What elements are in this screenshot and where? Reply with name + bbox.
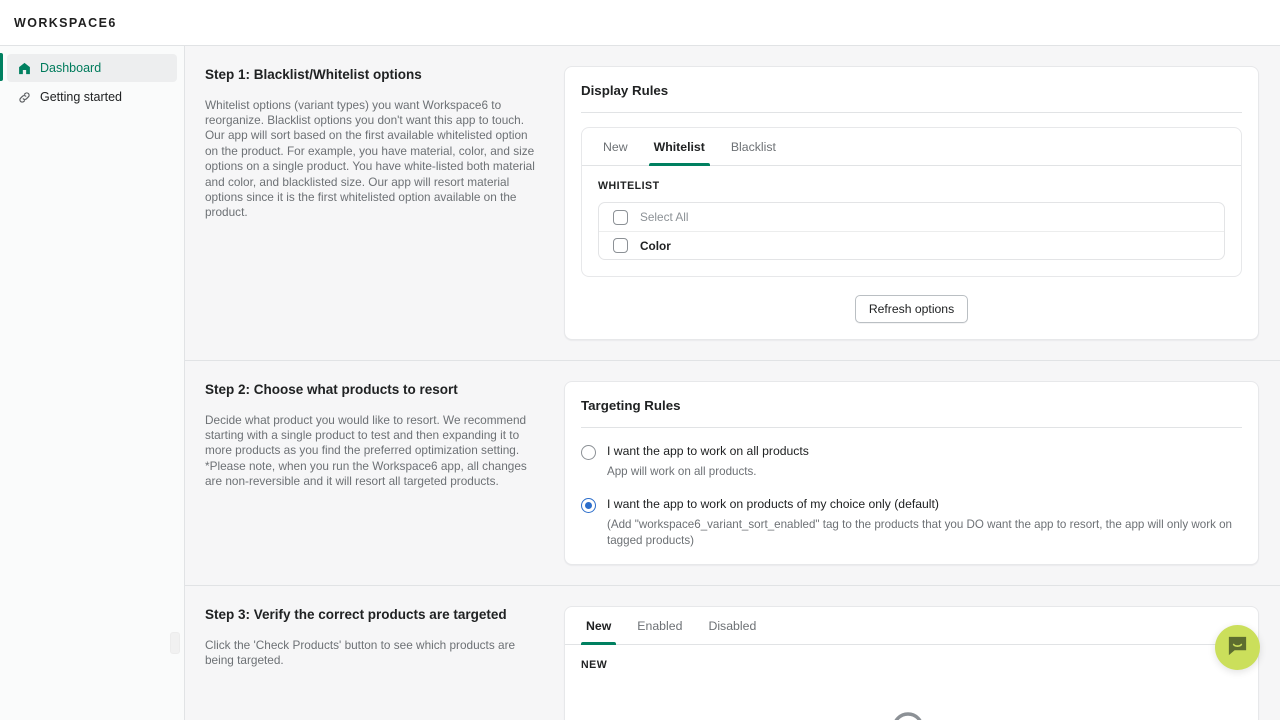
whitelist-option-list: Select All Color	[598, 202, 1225, 260]
display-rules-card: Display Rules New Whitelist Blacklist WH…	[564, 66, 1259, 340]
page-body: Dashboard Getting started Step 1: Blackl…	[0, 46, 1280, 720]
radio-label: I want the app to work on all products	[607, 444, 809, 459]
tab-blacklist[interactable]: Blacklist	[718, 128, 789, 165]
app-logo: WORKSPACE6	[14, 16, 117, 30]
tab-products-new[interactable]: New	[573, 607, 624, 644]
title-divider	[581, 427, 1242, 428]
targeting-rules-card: Targeting Rules I want the app to work o…	[564, 381, 1259, 565]
tab-whitelist[interactable]: Whitelist	[641, 128, 718, 165]
step-3-title: Step 3: Verify the correct products are …	[205, 606, 536, 624]
refresh-options-button[interactable]: Refresh options	[855, 295, 968, 323]
sidebar-collapse-handle[interactable]	[170, 632, 180, 654]
section-step-1: Step 1: Blacklist/Whitelist options Whit…	[185, 46, 1280, 340]
sidebar: Dashboard Getting started	[0, 46, 185, 720]
step-1-title: Step 1: Blacklist/Whitelist options	[205, 66, 536, 84]
section-step-3: Step 3: Verify the correct products are …	[185, 586, 1280, 720]
targeting-option-my-choice[interactable]: I want the app to work on products of my…	[581, 497, 1242, 548]
products-group-label: NEW	[581, 659, 1242, 671]
targeting-rules-title: Targeting Rules	[581, 398, 1242, 413]
step-2-text: Step 2: Choose what products to resort D…	[205, 381, 542, 565]
refresh-button-row: Refresh options	[581, 295, 1242, 323]
sidebar-item-dashboard[interactable]: Dashboard	[7, 54, 177, 82]
chat-launcher-button[interactable]	[1215, 625, 1260, 670]
radio-label: I want the app to work on products of my…	[607, 497, 939, 512]
title-divider	[581, 112, 1242, 113]
home-icon	[16, 60, 32, 76]
targeting-rules-col: Targeting Rules I want the app to work o…	[564, 381, 1260, 565]
whitelist-group-label: WHITELIST	[598, 180, 1225, 192]
display-rules-title: Display Rules	[581, 83, 1242, 98]
step-3-body: Click the 'Check Products' button to see…	[205, 638, 536, 669]
step-3-text: Step 3: Verify the correct products are …	[205, 606, 542, 720]
display-rules-tabs: New Whitelist Blacklist	[582, 128, 1241, 166]
option-row-select-all[interactable]: Select All	[599, 203, 1224, 231]
step-2-title: Step 2: Choose what products to resort	[205, 381, 536, 399]
tab-products-disabled[interactable]: Disabled	[695, 607, 769, 644]
radio-help-text: App will work on all products.	[607, 464, 1232, 479]
products-tabs: New Enabled Disabled	[565, 607, 1258, 645]
checkbox-color[interactable]	[613, 238, 628, 253]
targeting-option-all-products[interactable]: I want the app to work on all products A…	[581, 444, 1242, 479]
step-1-body: Whitelist options (variant types) you wa…	[205, 98, 536, 221]
step-1-text: Step 1: Blacklist/Whitelist options Whit…	[205, 66, 542, 340]
display-rules-tabpanel: New Whitelist Blacklist WHITELIST Select…	[581, 127, 1242, 277]
products-tab-content: NEW No products targeted	[565, 645, 1258, 720]
checkbox-select-all[interactable]	[613, 210, 628, 225]
chat-bubble-icon	[1226, 634, 1249, 662]
search-icon	[884, 705, 940, 720]
products-tabpanel: New Enabled Disabled NEW	[565, 607, 1258, 720]
sidebar-item-getting-started[interactable]: Getting started	[7, 83, 177, 111]
link-icon	[16, 89, 32, 105]
tab-products-enabled[interactable]: Enabled	[624, 607, 695, 644]
radio-help-text: (Add "workspace6_variant_sort_enabled" t…	[607, 517, 1232, 548]
sidebar-item-label: Getting started	[40, 90, 122, 104]
step-2-body: Decide what product you would like to re…	[205, 413, 536, 490]
whitelist-tab-content: WHITELIST Select All Color	[582, 166, 1241, 276]
radio-my-choice[interactable]	[581, 498, 596, 513]
option-label: Color	[640, 239, 671, 253]
products-card: New Enabled Disabled NEW	[564, 606, 1259, 720]
tab-new[interactable]: New	[590, 128, 641, 165]
sidebar-item-label: Dashboard	[40, 61, 101, 75]
option-row-color[interactable]: Color	[599, 231, 1224, 259]
option-label: Select All	[640, 210, 689, 224]
products-panel-col: New Enabled Disabled NEW	[564, 606, 1260, 720]
radio-all-products[interactable]	[581, 445, 596, 460]
section-step-2: Step 2: Choose what products to resort D…	[185, 361, 1280, 565]
display-rules-col: Display Rules New Whitelist Blacklist WH…	[564, 66, 1260, 340]
main-content: Step 1: Blacklist/Whitelist options Whit…	[185, 46, 1280, 720]
top-bar: WORKSPACE6	[0, 0, 1280, 46]
empty-state: No products targeted	[581, 681, 1242, 720]
